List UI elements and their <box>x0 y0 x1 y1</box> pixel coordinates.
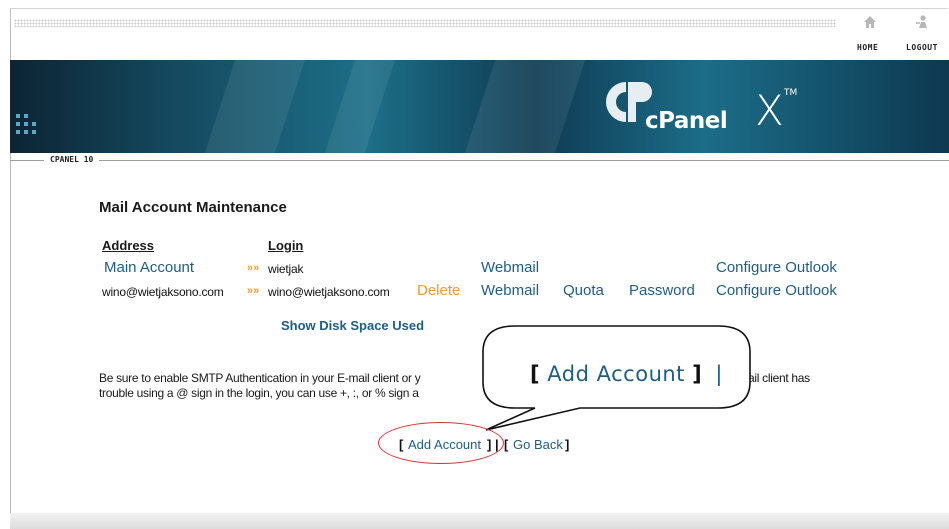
bracket: ] <box>565 437 570 452</box>
go-back-link[interactable]: Go Back <box>513 437 563 452</box>
callout-text: [ Add Account ] | <box>530 362 723 386</box>
footer-bar <box>10 513 949 529</box>
highlight-circle <box>378 422 504 464</box>
callout-add-account: Add Account <box>547 362 685 386</box>
bracket: [ <box>504 437 509 452</box>
